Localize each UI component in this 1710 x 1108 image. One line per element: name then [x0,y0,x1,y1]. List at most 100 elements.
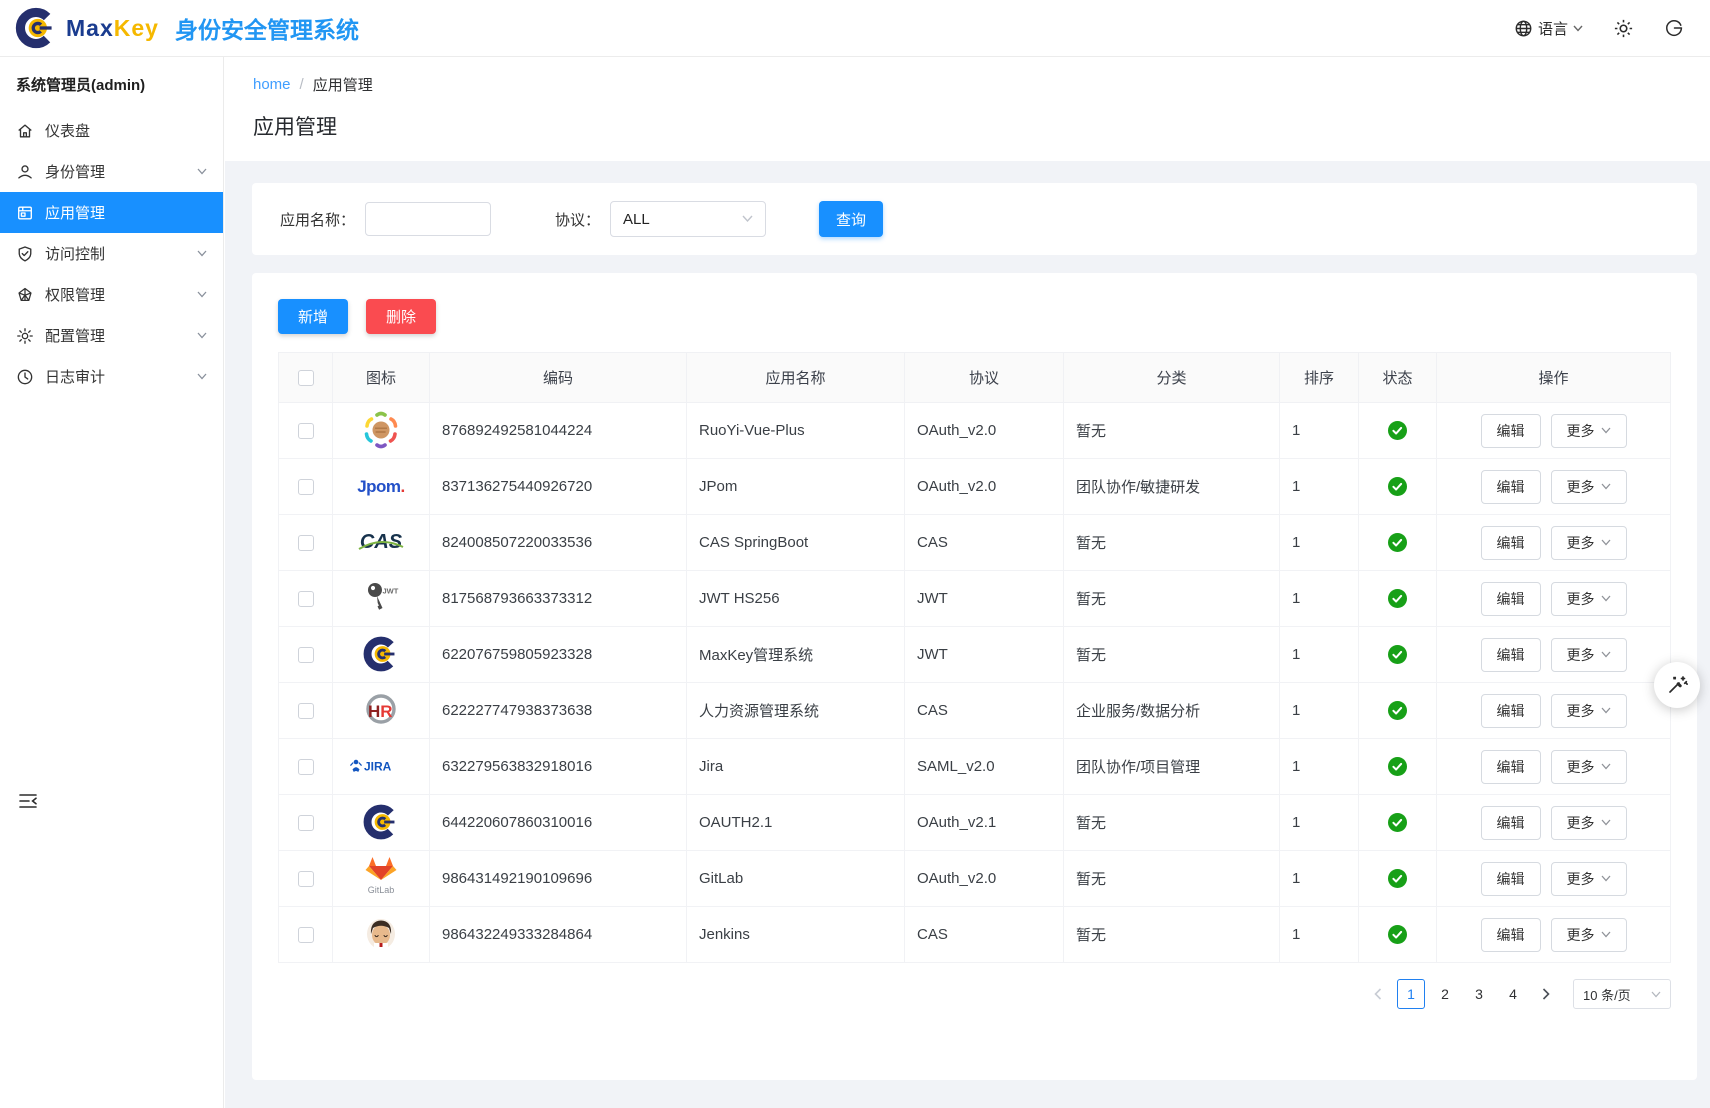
edit-button[interactable]: 编辑 [1481,414,1541,448]
app-logo-hr: HR [361,688,401,732]
row-checkbox[interactable] [298,759,314,775]
protocol-select[interactable]: ALL [610,201,766,237]
edit-button[interactable]: 编辑 [1481,694,1541,728]
page-2-button[interactable]: 2 [1431,979,1459,1009]
table-card: 新增 删除 图标编码应用名称协议分类排序状态操作 876892492581044… [252,273,1697,1080]
sidebar-item-access[interactable]: 访问控制 [0,233,223,274]
sidebar-item-identity[interactable]: 身份管理 [0,151,223,192]
sidebar-item-permission[interactable]: 权限管理 [0,274,223,315]
app-name: GitLab [687,851,905,907]
page-size-select[interactable]: 10 条/页 [1573,979,1671,1009]
more-button[interactable]: 更多 [1551,862,1627,896]
edit-button[interactable]: 编辑 [1481,470,1541,504]
app-sort: 1 [1280,683,1359,739]
row-checkbox[interactable] [298,591,314,607]
status-enabled-icon [1388,533,1407,552]
app-code: 986432249333284864 [430,907,687,963]
column-header: 协议 [905,353,1064,403]
sidebar-item-audit[interactable]: 日志审计 [0,356,223,397]
logout-button[interactable] [1664,18,1684,38]
language-menu[interactable]: 语言 [1514,18,1583,39]
more-button[interactable]: 更多 [1551,414,1627,448]
app-protocol: OAuth_v2.0 [905,403,1064,459]
prev-page-button[interactable] [1365,988,1391,1000]
table-row: 986432249333284864 Jenkins CAS 暂无 1 编辑更多 [279,907,1671,963]
next-page-button[interactable] [1533,988,1559,1000]
status-enabled-icon [1388,813,1407,832]
edit-button[interactable]: 编辑 [1481,582,1541,616]
status-enabled-icon [1388,645,1407,664]
app-protocol: CAS [905,683,1064,739]
current-user: 系统管理员(admin) [0,57,223,110]
chevron-down-icon [1601,763,1611,770]
language-label: 语言 [1538,18,1568,39]
row-checkbox[interactable] [298,927,314,943]
app-category: 暂无 [1064,795,1280,851]
app-logo-jpom: Jpom. [357,465,405,509]
delete-button[interactable]: 删除 [366,299,436,334]
row-checkbox[interactable] [298,479,314,495]
edit-button[interactable]: 编辑 [1481,526,1541,560]
app-name: JWT HS256 [687,571,905,627]
edit-button[interactable]: 编辑 [1481,918,1541,952]
sidebar-item-config[interactable]: 配置管理 [0,315,223,356]
row-checkbox[interactable] [298,647,314,663]
sidebar-item-dashboard[interactable]: 仪表盘 [0,110,223,151]
search-button[interactable]: 查询 [819,201,883,237]
add-button[interactable]: 新增 [278,299,348,334]
collapse-sidebar-button[interactable] [18,792,38,810]
chevron-down-icon [197,250,207,257]
app-code: 986431492190109696 [430,851,687,907]
pagination: 1234 10 条/页 [278,979,1671,1009]
chevron-down-icon [1601,931,1611,938]
edit-button[interactable]: 编辑 [1481,750,1541,784]
more-button[interactable]: 更多 [1551,526,1627,560]
settings-button[interactable] [1613,18,1634,39]
chevron-down-icon [197,373,207,380]
edit-button[interactable]: 编辑 [1481,638,1541,672]
breadcrumb-home-link[interactable]: home [253,76,291,93]
row-checkbox[interactable] [298,423,314,439]
sidebar-nav: 仪表盘 身份管理 应用管理 访问控制 权限管理 配置管理 [0,110,223,397]
page-3-button[interactable]: 3 [1465,979,1493,1009]
edit-button[interactable]: 编辑 [1481,806,1541,840]
app-logo-cas: CAS [360,521,402,565]
theme-settings-button[interactable] [1654,662,1700,708]
app-sort: 1 [1280,907,1359,963]
row-checkbox[interactable] [298,815,314,831]
clock-icon [16,368,34,386]
column-header: 排序 [1280,353,1359,403]
row-checkbox[interactable] [298,535,314,551]
status-enabled-icon [1388,421,1407,440]
select-all-checkbox[interactable] [298,370,314,386]
edit-button[interactable]: 编辑 [1481,862,1541,896]
app-name-input[interactable] [365,202,491,236]
row-checkbox[interactable] [298,871,314,887]
more-button[interactable]: 更多 [1551,750,1627,784]
more-button[interactable]: 更多 [1551,638,1627,672]
more-button[interactable]: 更多 [1551,582,1627,616]
more-button[interactable]: 更多 [1551,918,1627,952]
column-header: 图标 [333,353,430,403]
sidebar-item-label: 访问控制 [45,243,105,264]
page-size-value: 10 条/页 [1583,985,1631,1004]
app-category: 团队协作/项目管理 [1064,739,1280,795]
page-1-button[interactable]: 1 [1397,979,1425,1009]
sidebar-item-label: 身份管理 [45,161,105,182]
more-button[interactable]: 更多 [1551,694,1627,728]
app-code: 876892492581044224 [430,403,687,459]
more-button[interactable]: 更多 [1551,806,1627,840]
row-checkbox[interactable] [298,703,314,719]
magic-wand-icon [1666,674,1688,696]
app-category: 暂无 [1064,907,1280,963]
sidebar-item-apps[interactable]: 应用管理 [0,192,223,233]
table-row: GitLab 986431492190109696 GitLab OAuth_v… [279,851,1671,907]
chevron-down-icon [197,168,207,175]
more-button[interactable]: 更多 [1551,470,1627,504]
app-logo-maxkey [362,632,400,676]
page-4-button[interactable]: 4 [1499,979,1527,1009]
maxkey-logo-icon [14,6,58,50]
protocol-label: 协议： [555,209,600,230]
brand: MaxKey 身份安全管理系统 [14,6,359,50]
table-row: 644220607860310016 OAUTH2.1 OAuth_v2.1 暂… [279,795,1671,851]
